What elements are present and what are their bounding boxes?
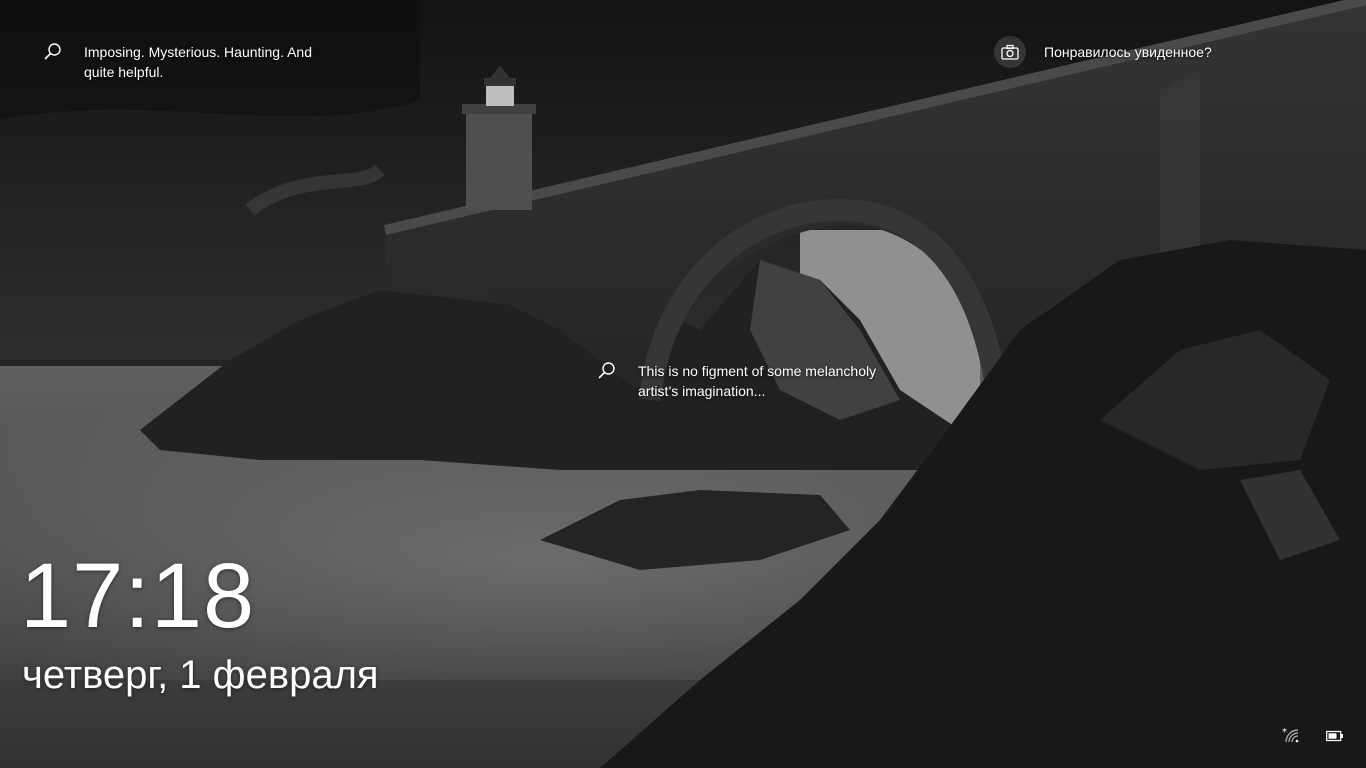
search-icon	[598, 362, 615, 379]
camera-icon-circle	[994, 36, 1026, 68]
hotspot-caption: Imposing. Mysterious. Haunting. And quit…	[84, 44, 313, 80]
lock-date: четверг, 1 февраля	[22, 653, 379, 697]
camera-icon	[1001, 44, 1019, 60]
spotlight-hotspot-middle[interactable]: This is no figment of some melancholy ar…	[596, 361, 898, 401]
feedback-label: Понравилось увиденное?	[1044, 44, 1212, 60]
wifi-icon[interactable]: *	[1282, 726, 1300, 744]
search-icon	[44, 43, 61, 60]
hotspot-caption: This is no figment of some melancholy ar…	[638, 363, 877, 399]
spotlight-feedback-button[interactable]: Понравилось увиденное?	[994, 36, 1212, 68]
svg-text:*: *	[1282, 727, 1287, 738]
spotlight-hotspot-top[interactable]: Imposing. Mysterious. Haunting. And quit…	[42, 42, 344, 82]
lock-clock: 17:18	[20, 545, 256, 647]
battery-icon[interactable]	[1326, 730, 1344, 742]
